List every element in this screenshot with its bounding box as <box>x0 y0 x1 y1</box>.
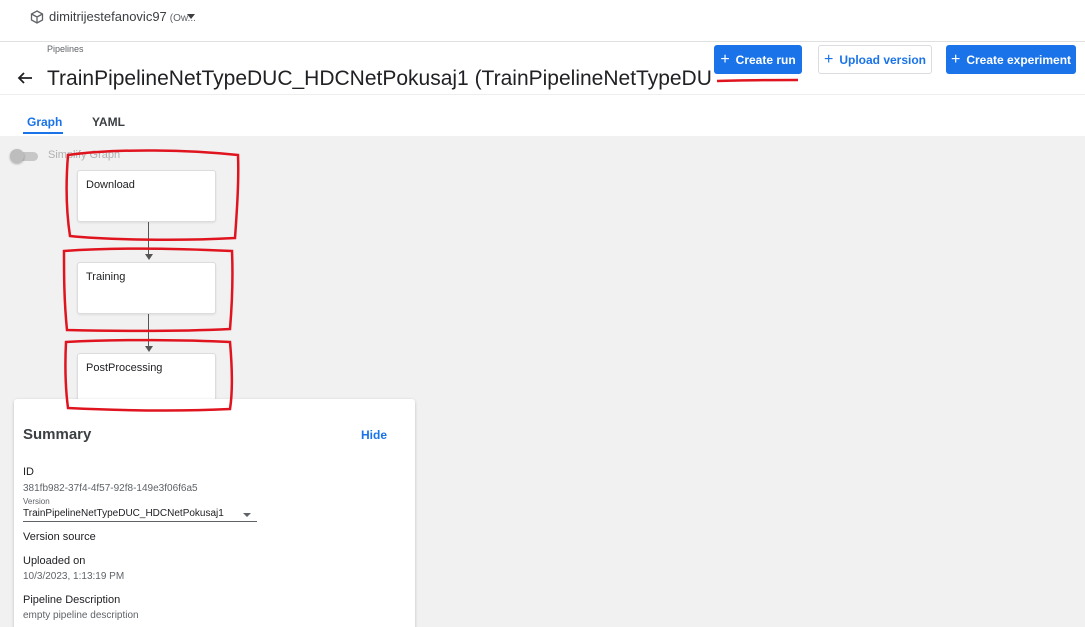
graph-edge <box>148 314 149 346</box>
tab-graph[interactable]: Graph <box>27 115 62 129</box>
id-value: 381fb982-37f4-4f57-92f8-149e3f06f6a5 <box>23 483 198 494</box>
version-selected-value: TrainPipelineNetTypeDUC_HDCNetPokusaj1 <box>23 508 224 519</box>
uploaded-on-value: 10/3/2023, 1:13:19 PM <box>23 571 125 582</box>
version-source-link[interactable]: Version source <box>23 531 96 543</box>
create-experiment-label: Create experiment <box>966 52 1072 67</box>
version-label: Version <box>23 497 50 506</box>
create-run-button[interactable]: + Create run <box>714 45 802 74</box>
create-experiment-button[interactable]: + Create experiment <box>946 45 1076 74</box>
annotation-underline-create-run <box>716 78 799 83</box>
plus-icon: + <box>950 50 961 68</box>
namespace-selector[interactable]: dimitrijestefanovic97 (Ow... <box>49 9 196 24</box>
plus-icon: + <box>823 50 834 68</box>
graph-node-training[interactable]: Training <box>77 262 216 314</box>
summary-panel: Summary Hide ID 381fb982-37f4-4f57-92f8-… <box>14 399 415 627</box>
caret-down-icon <box>243 513 251 517</box>
simplify-graph-label: Simplify Graph <box>48 149 121 161</box>
upload-version-label: Upload version <box>839 52 927 67</box>
namespace-name: dimitrijestefanovic97 <box>49 9 167 24</box>
namespace-bar[interactable]: dimitrijestefanovic97 (Ow... <box>0 0 1085 42</box>
description-value: empty pipeline description <box>23 610 139 621</box>
divider <box>0 41 1085 42</box>
version-select[interactable]: TrainPipelineNetTypeDUC_HDCNetPokusaj1 <box>23 508 257 522</box>
graph-node-postprocessing[interactable]: PostProcessing <box>77 353 216 405</box>
toggle-knob <box>10 149 24 163</box>
node-label: PostProcessing <box>86 362 163 374</box>
active-tab-indicator <box>23 132 63 134</box>
tab-yaml[interactable]: YAML <box>92 115 125 129</box>
graph-node-download[interactable]: Download <box>77 170 216 222</box>
summary-title: Summary <box>23 426 92 443</box>
caret-down-icon[interactable] <box>187 14 195 19</box>
page-title: TrainPipelineNetTypeDUC_HDCNetPokusaj1 (… <box>47 67 712 90</box>
create-run-label: Create run <box>735 52 796 67</box>
upload-version-button[interactable]: + Upload version <box>818 45 932 74</box>
back-arrow-icon[interactable] <box>15 68 35 88</box>
node-label: Training <box>86 271 126 283</box>
uploaded-on-label: Uploaded on <box>23 555 86 567</box>
breadcrumb[interactable]: Pipelines <box>47 44 84 54</box>
description-label: Pipeline Description <box>23 594 121 606</box>
graph-edge <box>148 222 149 255</box>
plus-icon: + <box>720 50 730 68</box>
simplify-graph-toggle[interactable] <box>10 149 38 163</box>
hide-summary-button[interactable]: Hide <box>361 428 387 442</box>
id-label: ID <box>23 466 34 478</box>
app-root: dimitrijestefanovic97 (Ow... Pipelines Tr… <box>0 0 1085 627</box>
cube-icon <box>30 10 44 24</box>
arrow-head-icon <box>145 346 153 352</box>
arrow-head-icon <box>145 254 153 260</box>
divider <box>0 94 1085 95</box>
node-label: Download <box>86 179 135 191</box>
